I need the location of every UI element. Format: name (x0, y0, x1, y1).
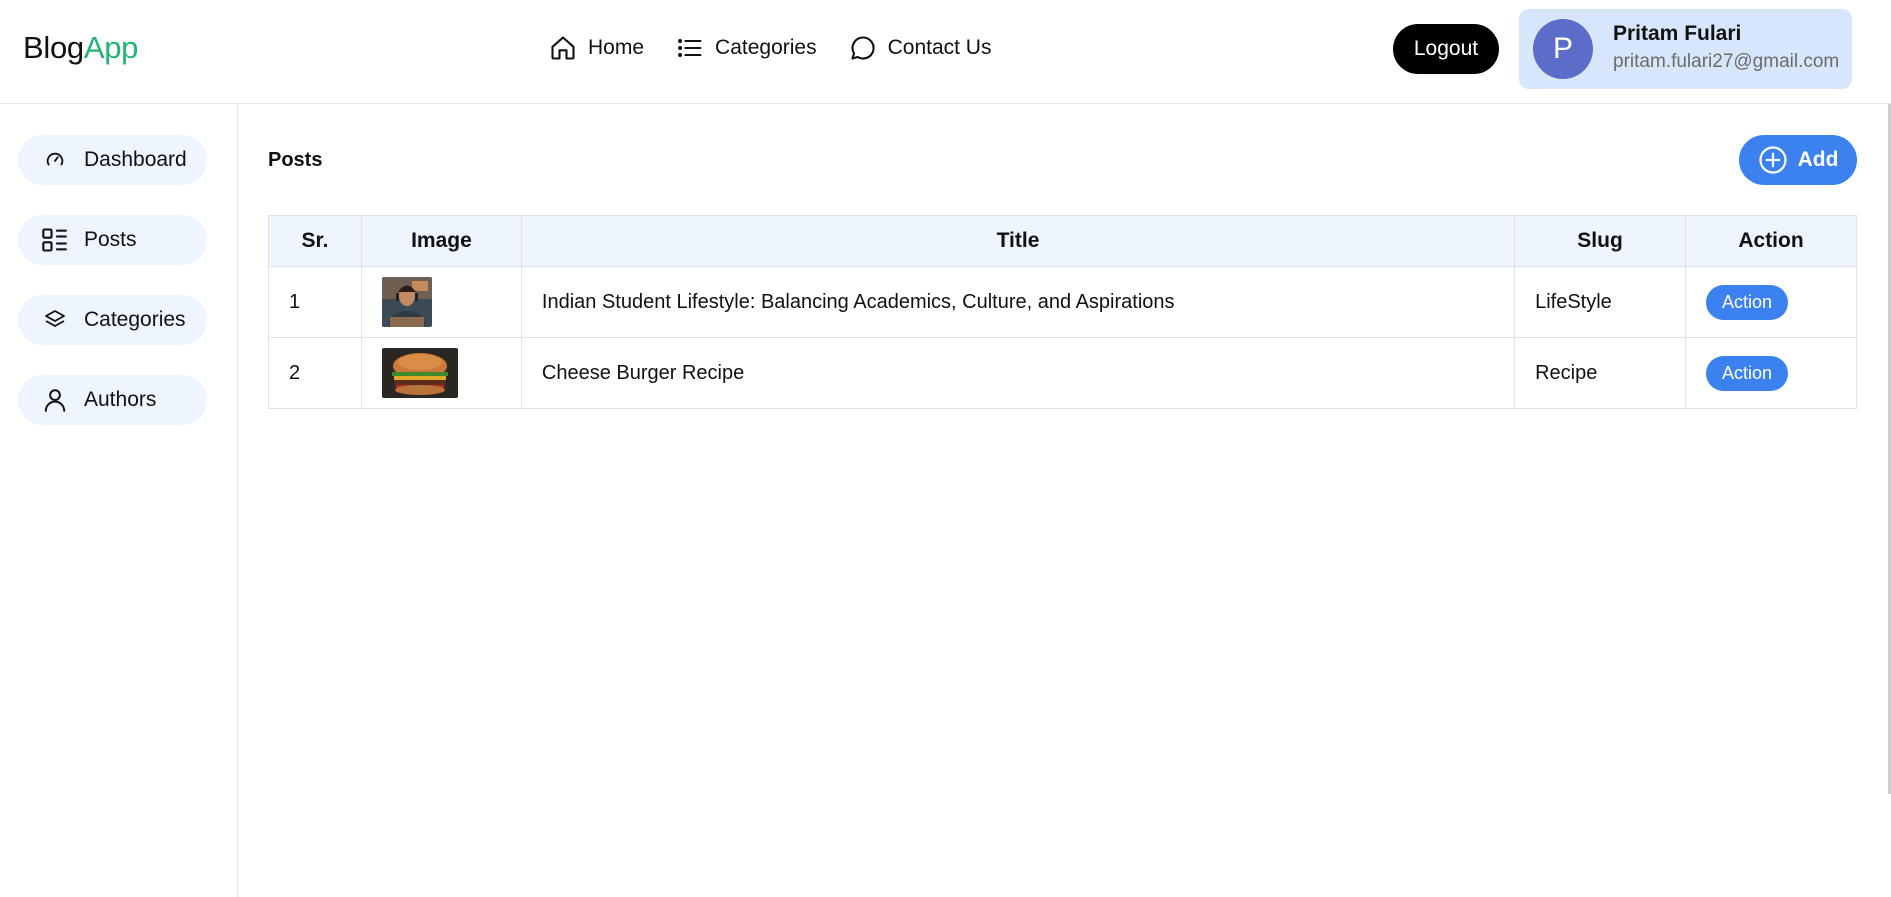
top-header: BlogApp Home Categories Contact Us Logou… (0, 0, 1891, 104)
post-thumbnail-burger (381, 348, 458, 398)
avatar: P (1533, 19, 1593, 79)
sidebar-item-dashboard[interactable]: Dashboard (18, 135, 207, 185)
cell-slug: LifeStyle (1514, 266, 1687, 338)
posts-table: Sr. Image Title Slug Action 1 Indian Stu… (268, 215, 1857, 409)
sidebar-item-label: Posts (84, 228, 137, 251)
user-icon (40, 385, 70, 415)
brand-name-part2: App (83, 30, 139, 65)
chat-bubble-icon (848, 33, 878, 63)
cell-action: Action (1685, 266, 1857, 338)
column-header-sr: Sr. (268, 215, 362, 267)
cell-image (360, 337, 522, 409)
cell-title: Cheese Burger Recipe (520, 337, 1516, 409)
list-icon (675, 33, 705, 63)
user-name: Pritam Fulari (1613, 22, 1742, 45)
home-icon (548, 33, 578, 63)
plus-circle-icon (1758, 145, 1788, 175)
logout-button[interactable]: Logout (1393, 24, 1499, 74)
page-title: Posts (268, 149, 323, 171)
main-nav: Home Categories Contact Us (548, 33, 1022, 63)
nav-contact[interactable]: Contact Us (848, 33, 992, 63)
nav-contact-label: Contact Us (887, 36, 992, 59)
brand-logo[interactable]: BlogApp (23, 30, 138, 66)
nav-categories[interactable]: Categories (675, 33, 817, 63)
table-row: 2 Cheese Burger Recipe Recipe Action (268, 337, 1857, 409)
table-header-row: Sr. Image Title Slug Action (268, 215, 1857, 267)
gauge-icon (40, 145, 70, 175)
sidebar-item-posts[interactable]: Posts (18, 215, 207, 265)
sidebar-item-label: Categories (84, 308, 186, 331)
cell-title: Indian Student Lifestyle: Balancing Acad… (520, 266, 1516, 338)
add-post-button[interactable]: Add (1739, 135, 1857, 185)
row-action-button[interactable]: Action (1706, 284, 1789, 320)
cell-slug: Recipe (1514, 337, 1687, 409)
nav-home[interactable]: Home (548, 33, 644, 63)
column-header-title: Title (520, 215, 1516, 267)
cell-action: Action (1685, 337, 1857, 409)
column-header-image: Image (360, 215, 522, 267)
row-action-button[interactable]: Action (1706, 355, 1789, 391)
nav-categories-label: Categories (715, 36, 817, 59)
grid-list-icon (40, 225, 70, 255)
user-profile-card[interactable]: P Pritam Fulari pritam.fulari27@gmail.co… (1519, 9, 1852, 89)
sidebar-item-label: Dashboard (84, 148, 187, 171)
cell-sr: 1 (268, 266, 362, 338)
sidebar-item-authors[interactable]: Authors (18, 375, 207, 425)
column-header-slug: Slug (1514, 215, 1687, 267)
cell-image (360, 266, 522, 338)
layers-icon (40, 305, 70, 335)
post-thumbnail-student (381, 277, 432, 327)
add-button-label: Add (1797, 148, 1839, 171)
sidebar-item-categories[interactable]: Categories (18, 295, 207, 345)
user-email: pritam.fulari27@gmail.com (1613, 51, 1840, 72)
nav-home-label: Home (588, 36, 645, 59)
column-header-action: Action (1685, 215, 1857, 267)
sidebar: Dashboard Posts Categories Authors (0, 104, 238, 897)
cell-sr: 2 (268, 337, 362, 409)
brand-name-part1: Blog (23, 30, 84, 65)
sidebar-item-label: Authors (84, 388, 157, 411)
table-row: 1 Indian Student Lifestyle: Balancing Ac… (268, 266, 1857, 338)
